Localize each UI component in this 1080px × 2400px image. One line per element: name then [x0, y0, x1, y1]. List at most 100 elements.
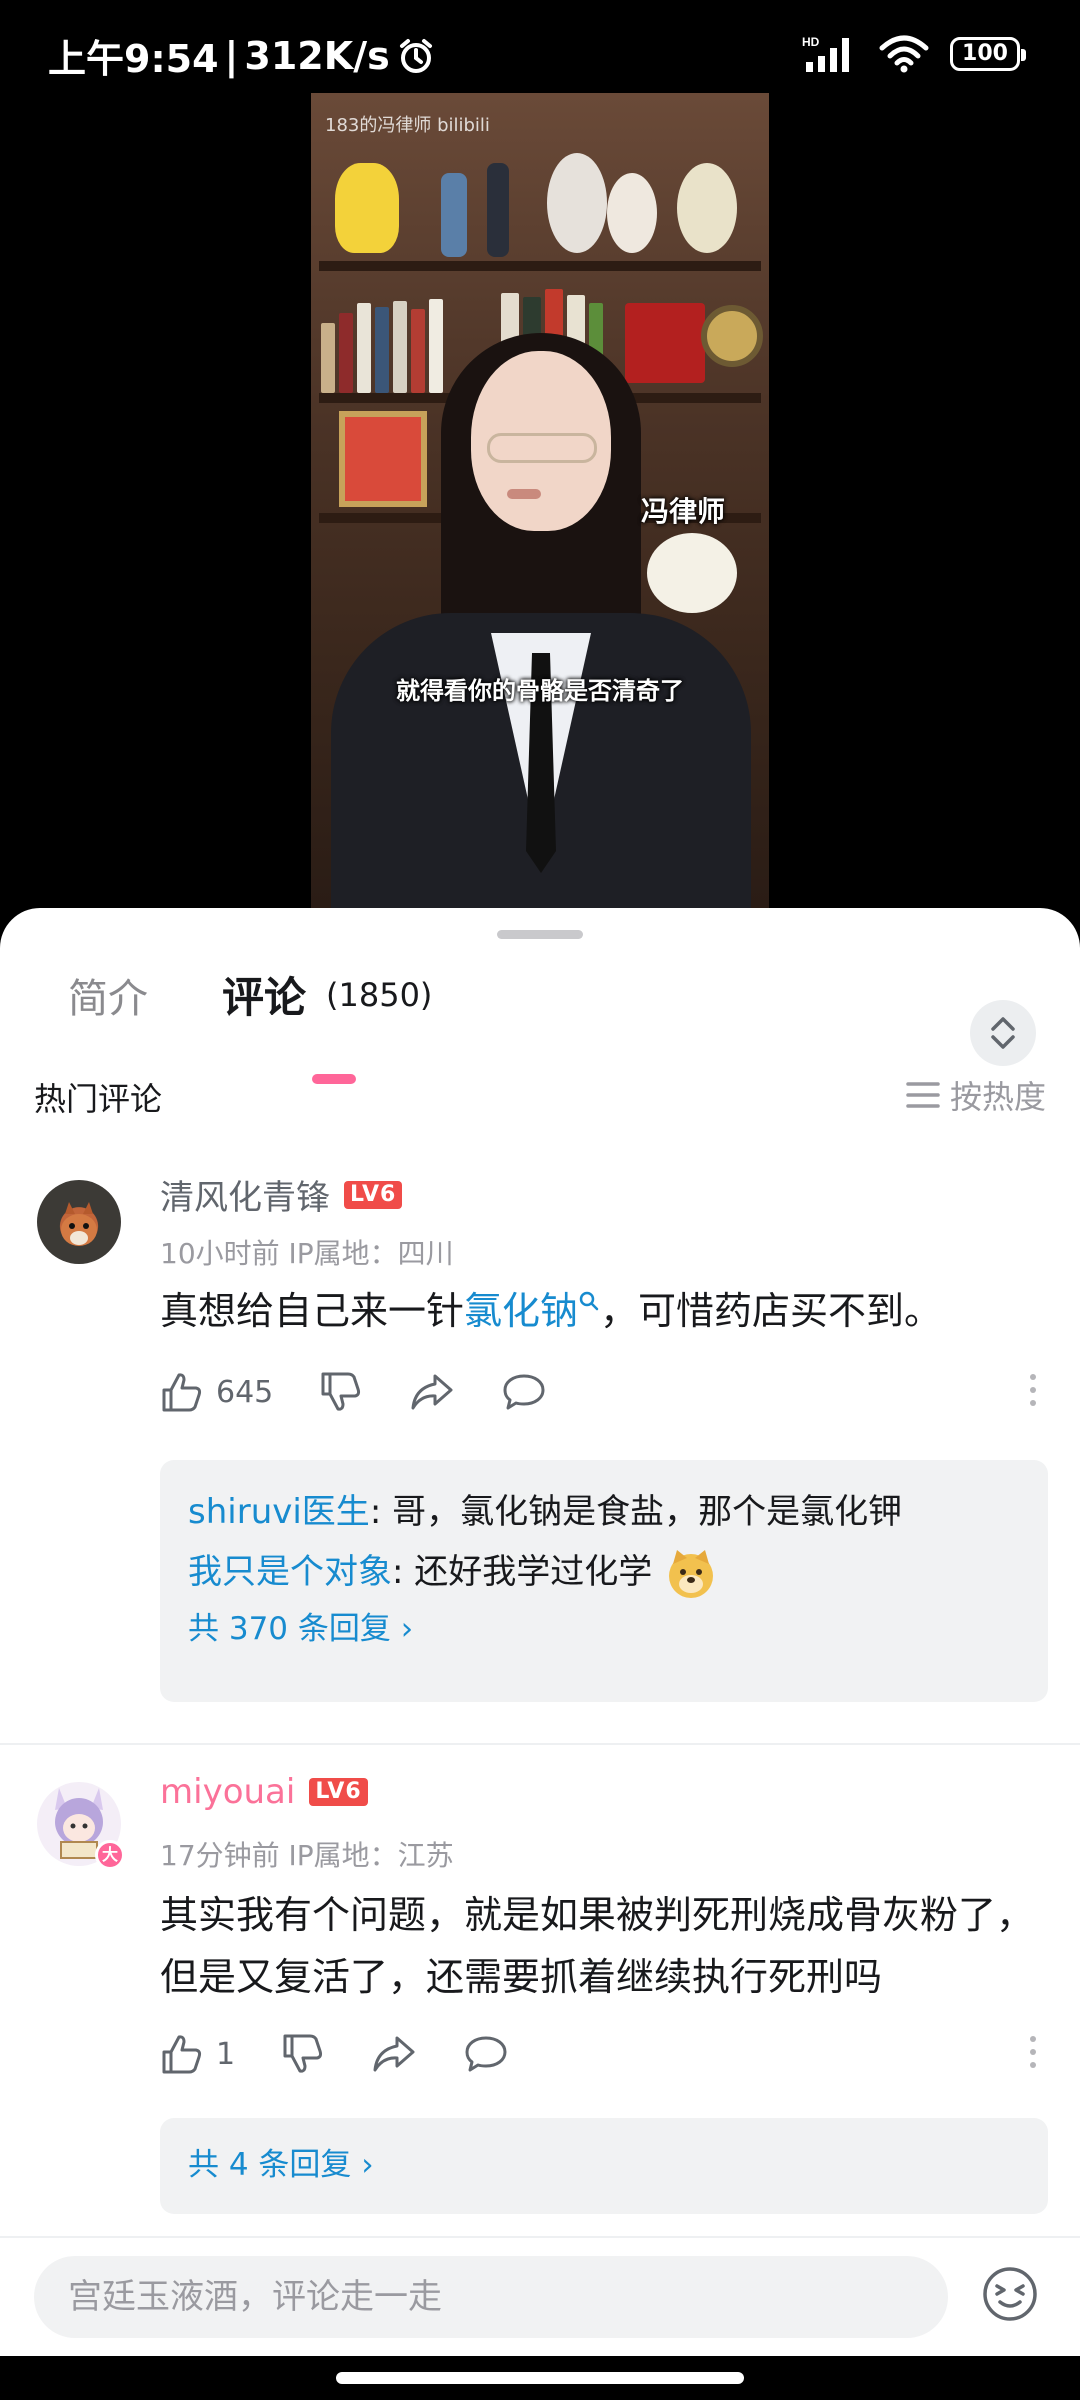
reply-preview-box[interactable]: 共 4 条回复 › [160, 2118, 1048, 2214]
search-icon [579, 1291, 599, 1311]
status-left: 上午9:54 | 312K/s [48, 28, 436, 83]
comment-text-part: 真想给自己来一针 [160, 1289, 465, 1333]
dislike-button[interactable] [281, 2032, 325, 2076]
doge-emoji-icon [669, 1549, 714, 1598]
thumbs-up-icon [162, 1373, 202, 1412]
like-count: 1 [216, 2036, 236, 2072]
reply-author[interactable]: 我只是个对象 [188, 1552, 392, 1592]
more-options-icon[interactable] [1030, 2036, 1040, 2075]
search-link-text: 氯化钠 [464, 1289, 579, 1333]
figurine [441, 173, 467, 257]
comment-text-part: ，可惜药店买不到。 [600, 1289, 943, 1333]
network-speed: 312K/s [244, 33, 390, 78]
emoji-face-icon [983, 2267, 1037, 2321]
reply-button[interactable] [501, 1370, 547, 1414]
tab-active-indicator [312, 1074, 356, 1084]
certificate [625, 303, 705, 383]
sort-label: 按热度 [949, 1078, 1046, 1116]
comment-actions: 1 [160, 2026, 1040, 2082]
avatar[interactable]: 大 [37, 1782, 125, 1870]
svg-text:HD: HD [802, 35, 820, 49]
plush-toy [547, 153, 607, 253]
tab-comments[interactable]: 评论 [222, 964, 306, 1025]
video-player[interactable]: 183的冯律师 bilibili 冯律师 就得看你的骨骼是否清奇了 [311, 93, 769, 908]
comment-input-bar: 宫廷玉液酒，评论走一走 [0, 2236, 1080, 2356]
home-indicator[interactable] [336, 2372, 744, 2384]
comment-meta: 17分钟前 IP属地：江苏 [160, 1839, 454, 1872]
dislike-button[interactable] [319, 1370, 363, 1414]
status-right: HD 100 [802, 34, 1026, 74]
decorative-plate [701, 305, 763, 367]
thumbs-down-icon [283, 2034, 323, 2073]
reply-button[interactable] [463, 2032, 509, 2076]
thumbs-up-icon [162, 2035, 202, 2074]
comment-sheet: 简介 评论 (1850) 热门评论 按热度 清风化青锋 LV6 10小时前 IP… [0, 908, 1080, 2400]
video-subtitle: 就得看你的骨骼是否清奇了 [396, 677, 684, 705]
tab-intro[interactable]: 简介 [68, 966, 148, 1024]
thumbs-down-icon [321, 1372, 361, 1411]
book-row [321, 293, 471, 393]
level-badge: LV6 [309, 1778, 368, 1806]
person-mouth [507, 489, 541, 499]
hot-comments-heading: 热门评论 [34, 1080, 163, 1118]
like-count: 645 [216, 1374, 274, 1410]
share-button[interactable] [409, 1370, 455, 1414]
video-name-caption: 冯律师 [641, 495, 726, 528]
comment-count: (1850) [326, 976, 433, 1014]
more-options-icon[interactable] [1030, 1374, 1040, 1413]
view-all-replies-link[interactable]: 共 370 条回复 › [188, 1602, 1020, 1656]
reply-preview: 我只是个对象: 还好我学过化学 [188, 1542, 1020, 1602]
expand-collapse-button[interactable] [970, 1000, 1036, 1066]
comment-username[interactable]: 清风化青锋 [160, 1170, 330, 1219]
comment-text: 真想给自己来一针氯化钠 ，可惜药店买不到。 [160, 1280, 1040, 1342]
comment-divider [0, 1743, 1080, 1745]
comment-actions: 645 [160, 1364, 1040, 1420]
shelf-divider [319, 261, 761, 271]
figurine [487, 163, 509, 257]
battery-indicator: 100 [950, 37, 1026, 71]
emoji-button[interactable] [980, 2264, 1040, 2324]
level-badge: LV6 [344, 1180, 403, 1209]
pikachu-figure [335, 163, 399, 253]
wifi-icon [879, 35, 929, 73]
share-icon [411, 1374, 453, 1410]
plush-toy [607, 173, 657, 253]
status-time: 上午9:54 [48, 37, 219, 81]
tab-bar: 简介 评论 (1850) [0, 958, 1080, 1084]
sheet-drag-handle[interactable] [497, 930, 583, 939]
person-glasses [487, 433, 597, 463]
duck-plush [647, 533, 737, 613]
list-icon [906, 1082, 940, 1108]
comment-input[interactable]: 宫廷玉液酒，评论走一走 [34, 2256, 948, 2338]
alarm-icon [399, 38, 432, 73]
comment-username-row: miyouai LV6 [160, 1772, 368, 1812]
reply-preview-box[interactable]: shiruvi医生: 哥，氯化钠是食盐，那个是氯化钾 我只是个对象: 还好我学过… [160, 1460, 1048, 1702]
chevron-up-down-icon [991, 1017, 1015, 1049]
view-all-replies-link[interactable]: 共 4 条回复 › [188, 2138, 1020, 2192]
comment-username-row: 清风化青锋 LV6 [160, 1170, 403, 1219]
reply-text: : 还好我学过化学 [392, 1552, 653, 1592]
vip-badge: 大 [95, 1840, 125, 1870]
like-button[interactable]: 1 [160, 2032, 235, 2076]
plush-toy [677, 163, 737, 253]
like-button[interactable]: 645 [160, 1370, 273, 1414]
comment-text: 其实我有个问题，就是如果被判死刑烧成骨灰粉了，但是又复活了，还需要抓着继续执行死… [160, 1893, 1035, 1999]
signal-icon: HD [802, 35, 849, 72]
reply-preview: shiruvi医生: 哥，氯化钠是食盐，那个是氯化钾 [188, 1482, 1020, 1542]
comment-bubble-icon [465, 2036, 507, 2072]
video-watermark: 183的冯律师 bilibili [325, 115, 490, 136]
comment-meta: 10小时前 IP属地：四川 [160, 1237, 454, 1270]
avatar[interactable] [37, 1180, 121, 1264]
reply-author[interactable]: shiruvi医生 [188, 1492, 370, 1532]
sort-button[interactable]: 按热度 [906, 1072, 1046, 1118]
share-button[interactable] [371, 2032, 417, 2076]
reply-text: : 哥，氯化钠是食盐，那个是氯化钾 [369, 1492, 903, 1532]
status-separator: | [224, 33, 239, 78]
search-link[interactable]: 氯化钠 [464, 1289, 600, 1333]
comment-bubble-icon [503, 1374, 545, 1410]
status-bar: 上午9:54 | 312K/s HD 100 [0, 0, 1080, 100]
share-icon [373, 2036, 415, 2072]
squirrel-avatar-icon [61, 1202, 97, 1246]
comment-username[interactable]: miyouai [160, 1772, 295, 1812]
framed-picture [339, 411, 427, 507]
